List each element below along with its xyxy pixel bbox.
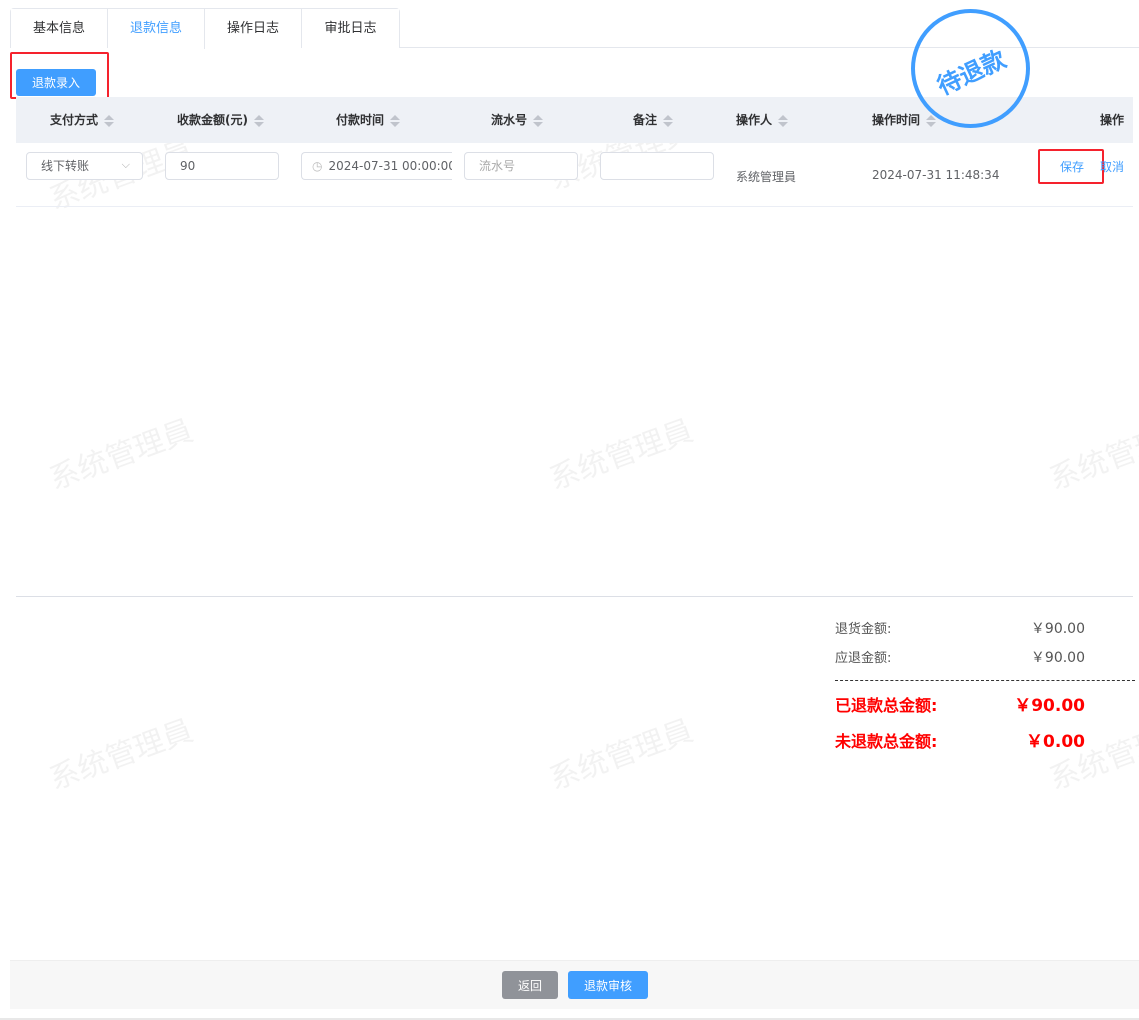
watermark: 系统管理員: [1044, 713, 1139, 798]
column-header-amount[interactable]: 收款金额(元): [177, 97, 264, 143]
tab-basic-info[interactable]: 基本信息: [11, 9, 108, 48]
watermark: 系统管理員: [44, 713, 198, 798]
operator-name: 系统管理員: [736, 170, 797, 184]
column-header-actions: 操作: [1100, 113, 1125, 127]
tab-operation-log[interactable]: 操作日志: [205, 9, 302, 48]
column-header-pay-time[interactable]: 付款时间: [336, 97, 401, 143]
column-label: 流水号: [491, 113, 528, 127]
return-amount-label: 退货金额:: [835, 622, 892, 637]
watermark: 系统管理員: [44, 413, 198, 498]
pay-time-picker[interactable]: ◷ 2024-07-31 00:00:00: [301, 152, 452, 180]
column-label: 操作时间: [872, 113, 921, 127]
pay-time-value: 2024-07-31 00:00:00: [328, 159, 452, 173]
dashed-divider: [835, 680, 1135, 681]
remark-input[interactable]: [600, 152, 714, 180]
tab-bar: 基本信息 退款信息 操作日志 审批日志: [10, 8, 400, 49]
sort-icon[interactable]: [390, 114, 401, 127]
refunded-total-label: 已退款总金额:: [835, 696, 938, 715]
column-label: 操作人: [736, 113, 773, 127]
status-stamp: 待退款: [911, 9, 1030, 128]
column-label: 备注: [633, 113, 658, 127]
refund-review-button[interactable]: 退款审核: [568, 971, 648, 999]
tab-approval-log[interactable]: 审批日志: [302, 9, 399, 48]
serial-number-input[interactable]: 流水号: [464, 152, 578, 180]
due-amount-label: 应退金额:: [835, 651, 892, 666]
divider: [16, 596, 1133, 597]
cancel-link[interactable]: 取消: [1100, 158, 1124, 175]
unrefunded-total-label: 未退款总金额:: [835, 732, 938, 751]
sort-icon[interactable]: [533, 114, 544, 127]
return-amount-value: ￥90.00: [1030, 621, 1085, 637]
chevron-down-icon: ⌵: [121, 158, 130, 171]
amount-input[interactable]: 90: [165, 152, 279, 180]
sort-icon[interactable]: [663, 114, 674, 127]
operation-time: 2024-07-31 11:48:34: [872, 168, 1000, 182]
column-header-remark[interactable]: 备注: [633, 97, 674, 143]
column-label: 付款时间: [336, 113, 385, 127]
save-link[interactable]: 保存: [1060, 158, 1084, 175]
refunded-total-value: ￥90.00: [1014, 696, 1085, 716]
stamp-text: 待退款: [933, 44, 1011, 101]
back-button[interactable]: 返回: [502, 971, 558, 999]
due-amount-value: ￥90.00: [1030, 650, 1085, 666]
column-label: 支付方式: [50, 113, 99, 127]
tab-refund-info[interactable]: 退款信息: [108, 9, 205, 49]
sort-icon[interactable]: [104, 114, 115, 127]
watermark: 系统管理員: [544, 713, 698, 798]
sort-icon[interactable]: [253, 114, 264, 127]
column-header-operator[interactable]: 操作人: [736, 97, 789, 143]
clock-icon: ◷: [312, 159, 323, 173]
row-divider: [16, 206, 1133, 207]
column-header-serial[interactable]: 流水号: [491, 97, 544, 143]
sort-icon[interactable]: [778, 114, 789, 127]
add-refund-button[interactable]: 退款录入: [16, 69, 96, 96]
select-value: 线下转账: [41, 159, 90, 173]
watermark: 系统管理員: [544, 413, 698, 498]
watermark: 系统管理員: [1044, 413, 1139, 498]
unrefunded-total-value: ￥0.00: [1026, 732, 1085, 752]
column-header-payment-method[interactable]: 支付方式: [50, 97, 115, 143]
payment-method-select[interactable]: 线下转账 ⌵: [26, 152, 143, 180]
column-label: 收款金额(元): [177, 113, 248, 127]
